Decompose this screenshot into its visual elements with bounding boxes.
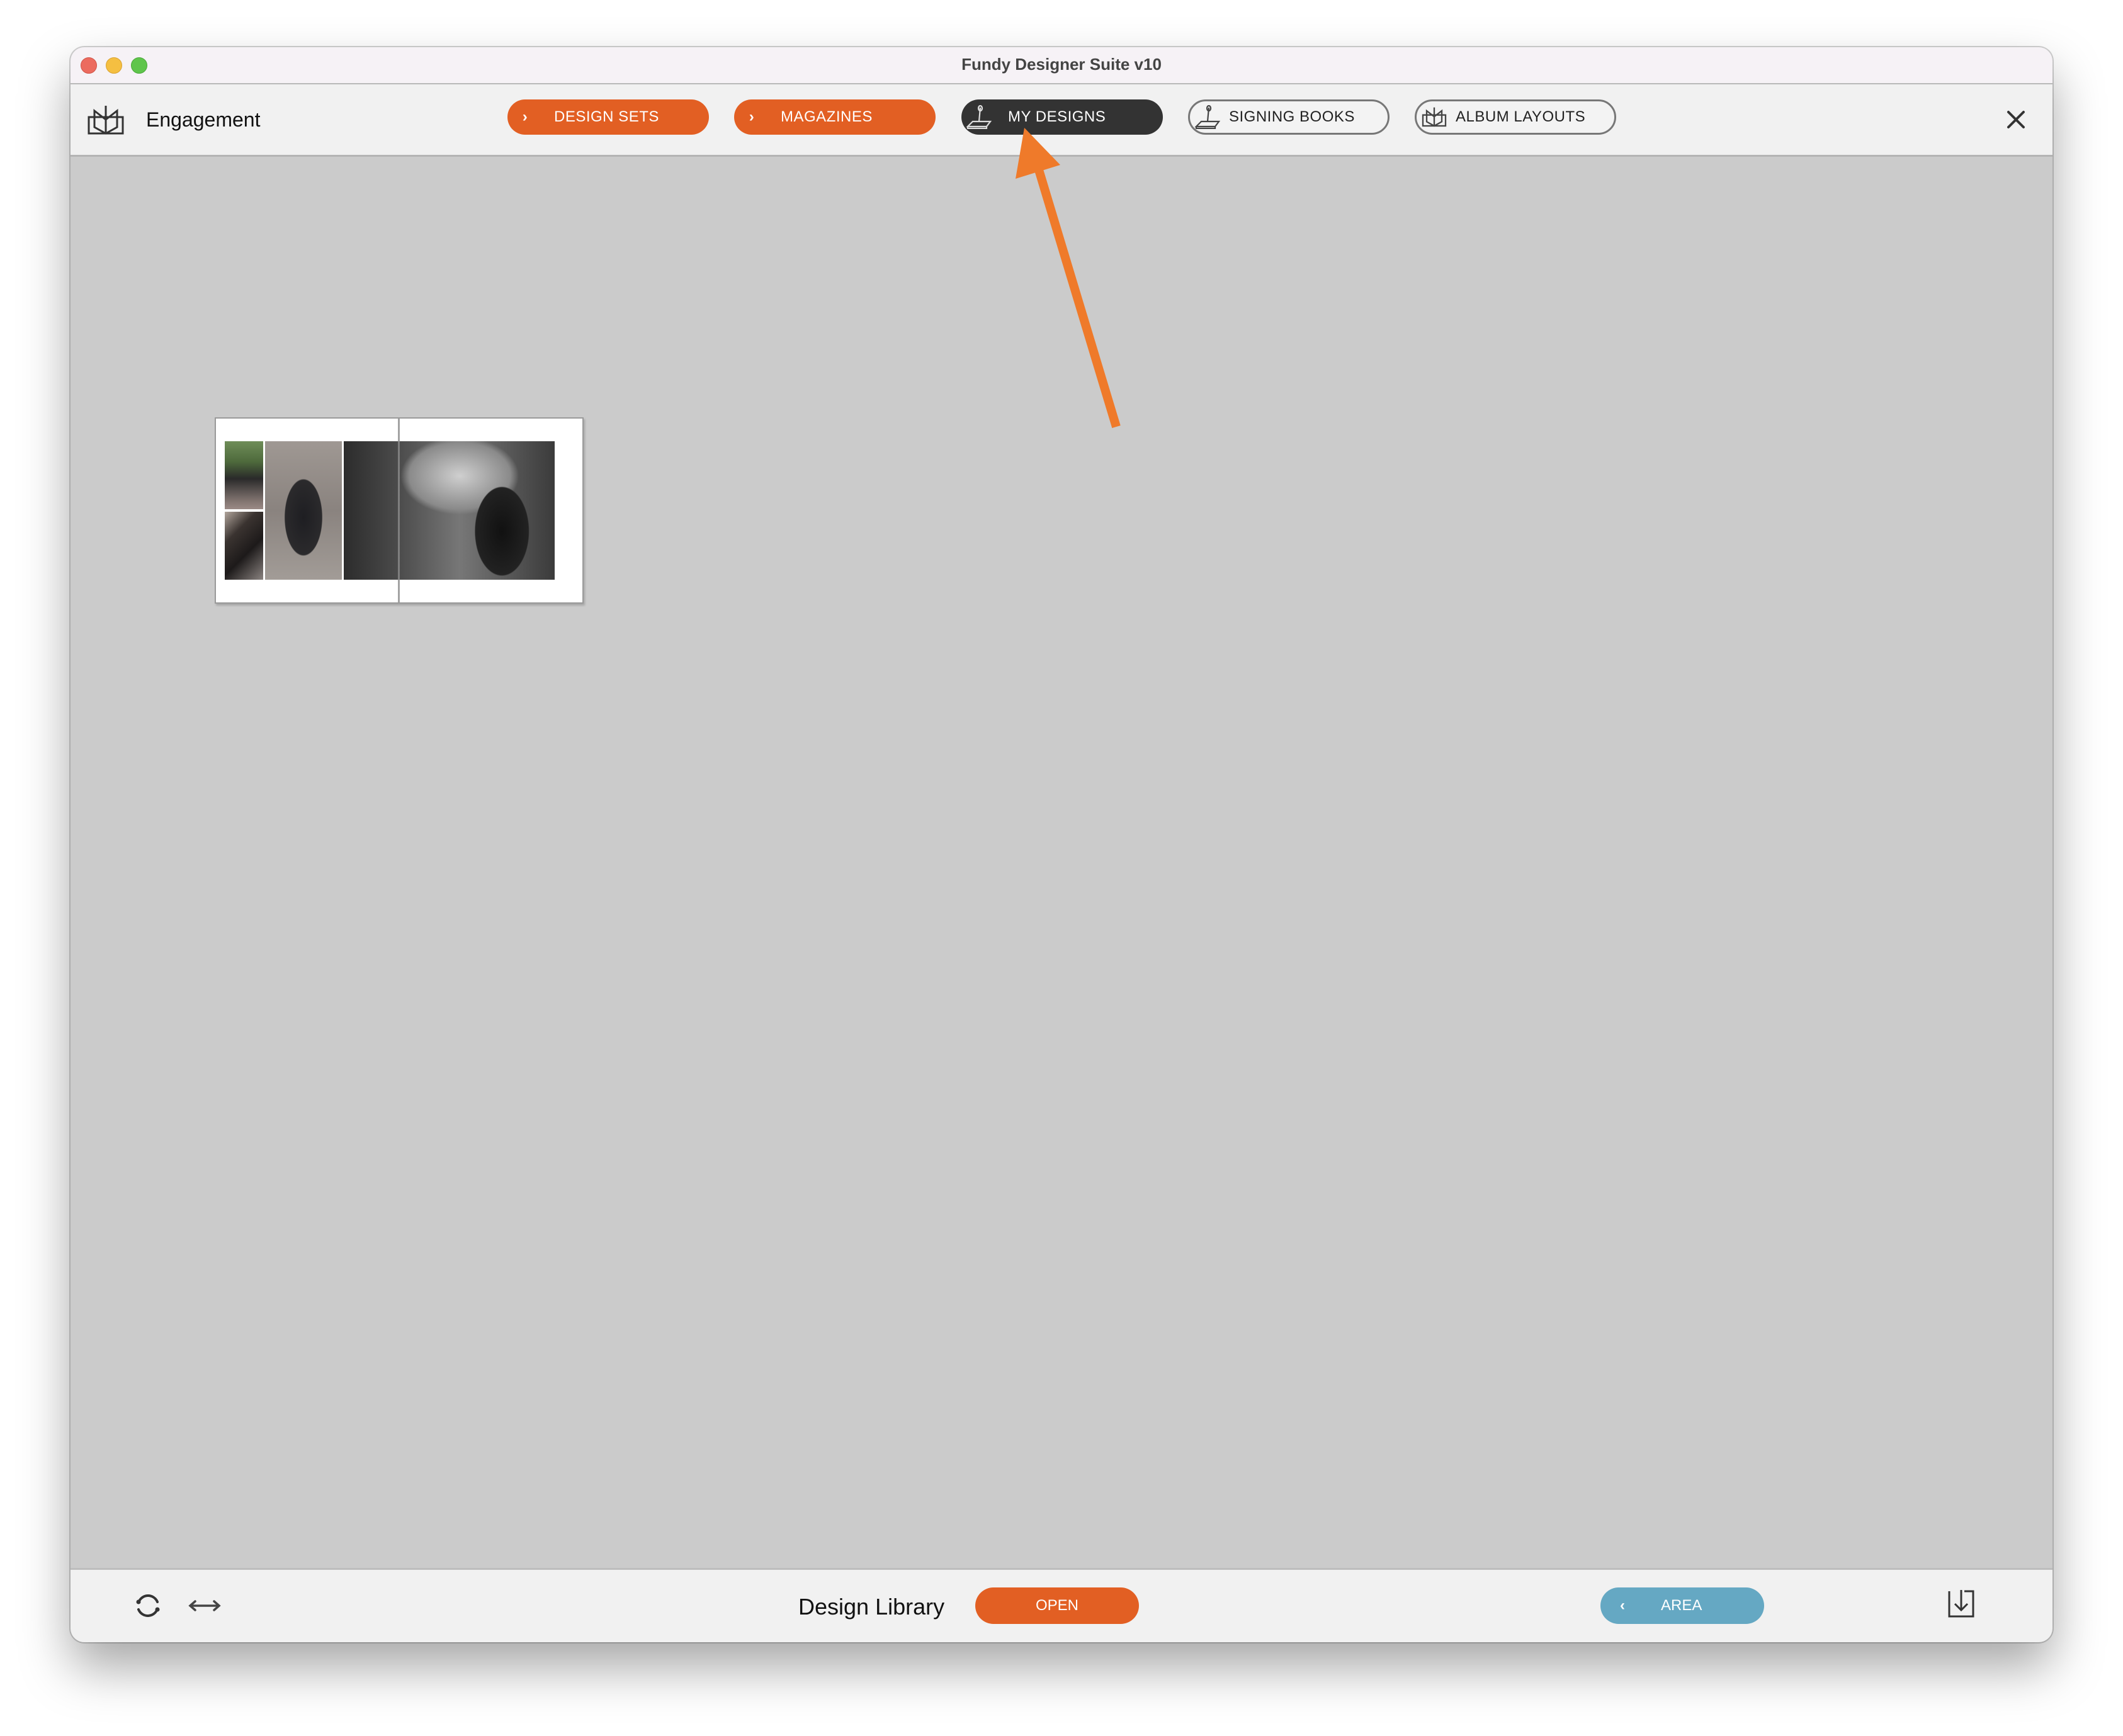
design-library-label: Design Library (798, 1594, 945, 1620)
design-thumbnail[interactable] (215, 417, 584, 604)
chevron-left-icon: ‹ (1620, 1597, 1625, 1614)
photo-couple-sitting (225, 512, 263, 580)
top-toolbar: Engagement › DESIGN SETS › MAGAZINES MY … (71, 84, 2052, 157)
area-button[interactable]: ‹ AREA (1600, 1587, 1764, 1624)
horizontal-arrows-icon[interactable] (188, 1598, 222, 1614)
refresh-icon[interactable] (132, 1590, 164, 1621)
tab-label: MY DESIGNS (1008, 108, 1106, 125)
album-book-icon (1417, 106, 1452, 128)
photo-couple-walking (225, 441, 263, 509)
import-icon[interactable] (1947, 1589, 1976, 1619)
album-spine (398, 419, 400, 602)
open-button[interactable]: OPEN (975, 1587, 1139, 1624)
tab-label: MAGAZINES (781, 108, 873, 125)
tab-design-sets[interactable]: › DESIGN SETS (507, 99, 709, 135)
tab-label: ALBUM LAYOUTS (1456, 108, 1586, 125)
window-title: Fundy Designer Suite v10 (961, 55, 1162, 74)
app-window: Fundy Designer Suite v10 Engagement › DE… (71, 47, 2052, 1642)
photo-street-bw (344, 441, 555, 580)
close-icon[interactable] (2003, 107, 2029, 132)
tab-my-designs[interactable]: MY DESIGNS (961, 99, 1163, 135)
tab-album-layouts[interactable]: ALBUM LAYOUTS (1415, 99, 1616, 135)
tab-label: SIGNING BOOKS (1229, 108, 1355, 125)
area-label: AREA (1661, 1597, 1702, 1614)
tab-label: DESIGN SETS (554, 108, 659, 125)
design-canvas (71, 157, 2052, 1570)
bottom-bar: Design Library OPEN ‹ AREA (71, 1568, 2052, 1642)
tab-signing-books[interactable]: SIGNING BOOKS (1188, 99, 1390, 135)
chevron-right-icon: › (749, 108, 755, 125)
album-book-icon (88, 106, 124, 135)
title-bar: Fundy Designer Suite v10 (71, 47, 2052, 84)
signing-stamp-icon (961, 105, 997, 129)
chevron-right-icon: › (522, 108, 528, 125)
project-name: Engagement (146, 108, 261, 131)
photo-doorway (265, 441, 342, 580)
signing-stamp-icon (1190, 105, 1225, 129)
tab-magazines[interactable]: › MAGAZINES (734, 99, 936, 135)
